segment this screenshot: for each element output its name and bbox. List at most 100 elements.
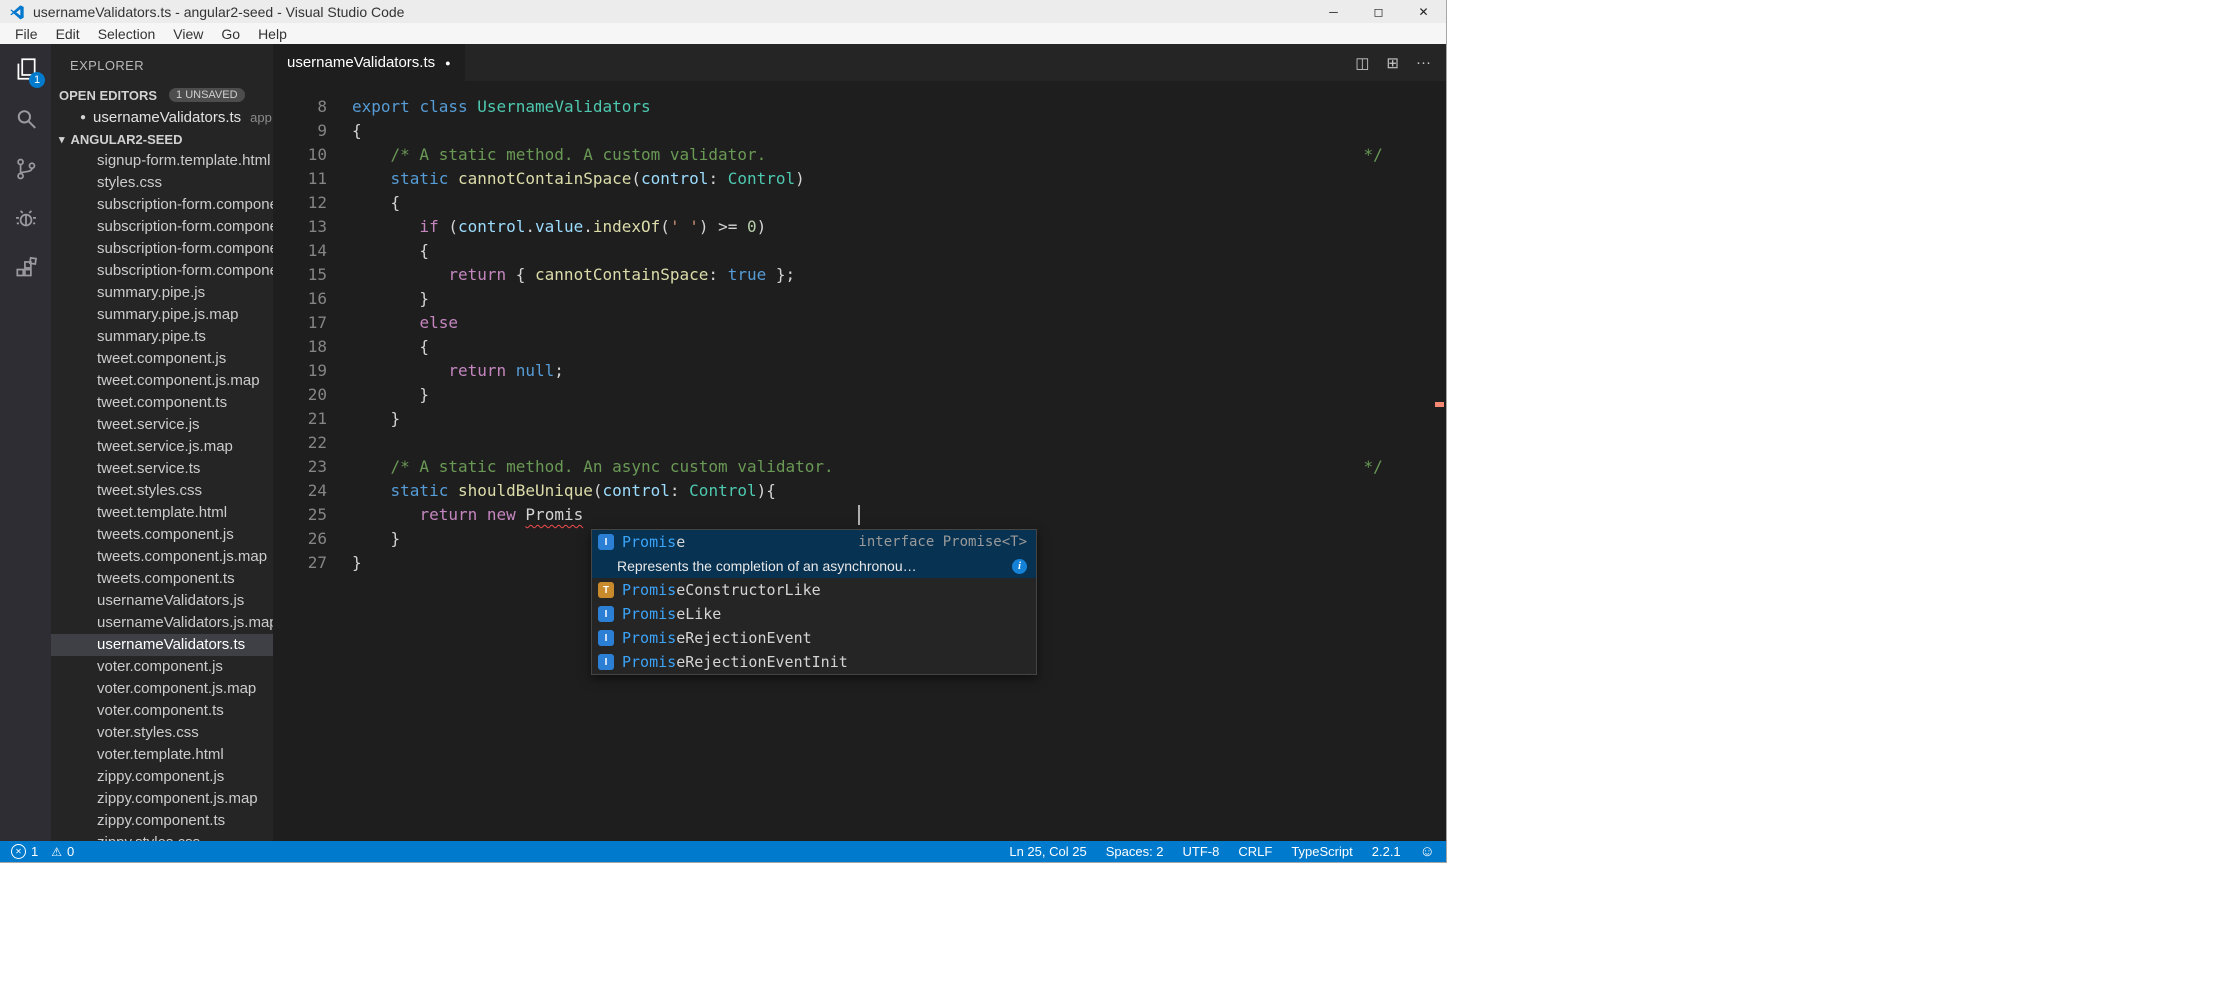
menu-help[interactable]: Help	[249, 26, 296, 42]
file-item-voter.component.ts[interactable]: voter.component.ts	[51, 700, 273, 722]
file-item-zippy.component.js.map[interactable]: zippy.component.js.map	[51, 788, 273, 810]
activity-debug[interactable]	[0, 194, 51, 244]
activity-source-control[interactable]	[0, 144, 51, 194]
file-item-voter.component.js.map[interactable]: voter.component.js.map	[51, 678, 273, 700]
tab-usernamevalidators[interactable]: usernameValidators.ts ●	[273, 44, 465, 81]
status-errors[interactable]: ✕1	[11, 844, 38, 859]
file-item-tweet.styles.css[interactable]: tweet.styles.css	[51, 480, 273, 502]
file-item-zippy.component.ts[interactable]: zippy.component.ts	[51, 810, 273, 832]
line-number: 9	[273, 119, 327, 143]
activity-extensions[interactable]	[0, 244, 51, 294]
file-item-tweet.component.js[interactable]: tweet.component.js	[51, 348, 273, 370]
editor-layout-icon[interactable]: ⊞	[1386, 54, 1399, 72]
line-number: 16	[273, 287, 327, 311]
suggestion-doc[interactable]: Represents the completion of an asynchro…	[592, 554, 1036, 578]
code-line-9[interactable]: 9{	[273, 119, 1446, 143]
file-item-voter.styles.css[interactable]: voter.styles.css	[51, 722, 273, 744]
menu-file[interactable]: File	[6, 26, 47, 42]
line-number: 21	[273, 407, 327, 431]
file-item-zippy.component.js[interactable]: zippy.component.js	[51, 766, 273, 788]
file-item-summary.pipe.js.map[interactable]: summary.pipe.js.map	[51, 304, 273, 326]
folder-section-header[interactable]: ▾ ANGULAR2-SEED	[51, 128, 273, 150]
suggestion-promise[interactable]: I Promise interface Promise<T>	[592, 530, 1036, 554]
status-left: ✕1 ⚠0	[11, 844, 74, 859]
suggestion-promiseconstructorlike[interactable]: TPromiseConstructorLike	[592, 578, 1036, 602]
minimize-button[interactable]: ─	[1311, 0, 1356, 23]
file-item-zippy.styles.css[interactable]: zippy.styles.css	[51, 832, 273, 841]
code-line-24[interactable]: 24 static shouldBeUnique(control: Contro…	[273, 479, 1446, 503]
activity-explorer[interactable]: 1	[0, 44, 51, 94]
code-line-11[interactable]: 11 static cannotContainSpace(control: Co…	[273, 167, 1446, 191]
close-button[interactable]: ✕	[1401, 0, 1446, 23]
file-item-tweet.component.ts[interactable]: tweet.component.ts	[51, 392, 273, 414]
code-line-15[interactable]: 15 return { cannotContainSpace: true };	[273, 263, 1446, 287]
code-line-8[interactable]: 8export class UsernameValidators	[273, 95, 1446, 119]
line-number: 17	[273, 311, 327, 335]
status-encoding[interactable]: UTF-8	[1183, 844, 1220, 859]
code-line-22[interactable]: 22	[273, 431, 1446, 455]
file-item-summary.pipe.ts[interactable]: summary.pipe.ts	[51, 326, 273, 348]
code-line-14[interactable]: 14 {	[273, 239, 1446, 263]
suggestion-label: Promise	[622, 533, 685, 551]
file-item-tweet.component.js.map[interactable]: tweet.component.js.map	[51, 370, 273, 392]
interface-symbol-icon: I	[598, 534, 614, 550]
suggestion-promiserejectionevent[interactable]: IPromiseRejectionEvent	[592, 626, 1036, 650]
suggestion-doc-text: Represents the completion of an asynchro…	[617, 558, 917, 574]
code-line-21[interactable]: 21 }	[273, 407, 1446, 431]
code-line-19[interactable]: 19 return null;	[273, 359, 1446, 383]
suggestion-promiserejectioneventinit[interactable]: IPromiseRejectionEventInit	[592, 650, 1036, 674]
code-line-20[interactable]: 20 }	[273, 383, 1446, 407]
status-ts-version[interactable]: 2.2.1	[1372, 844, 1401, 859]
code-line-13[interactable]: 13 if (control.value.indexOf(' ') >= 0)	[273, 215, 1446, 239]
code-editor[interactable]: 8export class UsernameValidators9{10 /* …	[273, 81, 1446, 841]
file-item-styles.css[interactable]: styles.css	[51, 172, 273, 194]
suggestion-label: PromiseLike	[622, 605, 721, 623]
menu-selection[interactable]: Selection	[89, 26, 165, 42]
file-item-tweets.component.js.map[interactable]: tweets.component.js.map	[51, 546, 273, 568]
file-item-subscription-form.compone...[interactable]: subscription-form.compone...	[51, 216, 273, 238]
file-item-tweets.component.ts[interactable]: tweets.component.ts	[51, 568, 273, 590]
line-number: 18	[273, 335, 327, 359]
suggestion-detail: interface Promise<T>	[858, 534, 1027, 550]
file-item-signup-form.template.html[interactable]: signup-form.template.html	[51, 150, 273, 172]
suggestion-promiselike[interactable]: IPromiseLike	[592, 602, 1036, 626]
modified-dot-icon: ●	[80, 112, 86, 123]
file-item-tweets.component.js[interactable]: tweets.component.js	[51, 524, 273, 546]
feedback-smiley-icon[interactable]: ☺	[1420, 843, 1435, 860]
code-line-16[interactable]: 16 }	[273, 287, 1446, 311]
file-item-tweet.template.html[interactable]: tweet.template.html	[51, 502, 273, 524]
open-editors-header[interactable]: OPEN EDITORS 1 UNSAVED	[51, 84, 273, 106]
code-line-23[interactable]: 23 /* A static method. An async custom v…	[273, 455, 1446, 479]
code-line-18[interactable]: 18 {	[273, 335, 1446, 359]
file-item-summary.pipe.js[interactable]: summary.pipe.js	[51, 282, 273, 304]
status-warnings[interactable]: ⚠0	[51, 844, 74, 859]
file-item-voter.template.html[interactable]: voter.template.html	[51, 744, 273, 766]
file-item-tweet.service.ts[interactable]: tweet.service.ts	[51, 458, 273, 480]
file-item-tweet.service.js.map[interactable]: tweet.service.js.map	[51, 436, 273, 458]
menu-view[interactable]: View	[164, 26, 212, 42]
code-line-12[interactable]: 12 {	[273, 191, 1446, 215]
code-line-10[interactable]: 10 /* A static method. A custom validato…	[273, 143, 1446, 167]
activity-search[interactable]	[0, 94, 51, 144]
more-actions-icon[interactable]: ···	[1416, 54, 1431, 71]
menu-go[interactable]: Go	[212, 26, 249, 42]
split-editor-icon[interactable]: ◫	[1355, 54, 1369, 72]
file-item-subscription-form.compone...[interactable]: subscription-form.compone...	[51, 194, 273, 216]
file-item-subscription-form.compone...[interactable]: subscription-form.compone...	[51, 238, 273, 260]
sidebar-explorer: EXPLORER OPEN EDITORS 1 UNSAVED ● userna…	[51, 44, 273, 841]
status-indentation[interactable]: Spaces: 2	[1106, 844, 1164, 859]
file-item-subscription-form.compone...[interactable]: subscription-form.compone...	[51, 260, 273, 282]
file-item-tweet.service.js[interactable]: tweet.service.js	[51, 414, 273, 436]
menu-edit[interactable]: Edit	[47, 26, 89, 42]
line-number: 22	[273, 431, 327, 455]
file-item-voter.component.js[interactable]: voter.component.js	[51, 656, 273, 678]
file-item-usernameValidators.ts[interactable]: usernameValidators.ts	[51, 634, 273, 656]
status-language-mode[interactable]: TypeScript	[1291, 844, 1352, 859]
status-cursor-position[interactable]: Ln 25, Col 25	[1009, 844, 1086, 859]
status-eol[interactable]: CRLF	[1238, 844, 1272, 859]
file-item-usernameValidators.js.map[interactable]: usernameValidators.js.map	[51, 612, 273, 634]
open-editor-item[interactable]: ● usernameValidators.ts app	[51, 106, 273, 128]
file-item-usernameValidators.js[interactable]: usernameValidators.js	[51, 590, 273, 612]
maximize-button[interactable]: ◻	[1356, 0, 1401, 23]
code-line-17[interactable]: 17 else	[273, 311, 1446, 335]
